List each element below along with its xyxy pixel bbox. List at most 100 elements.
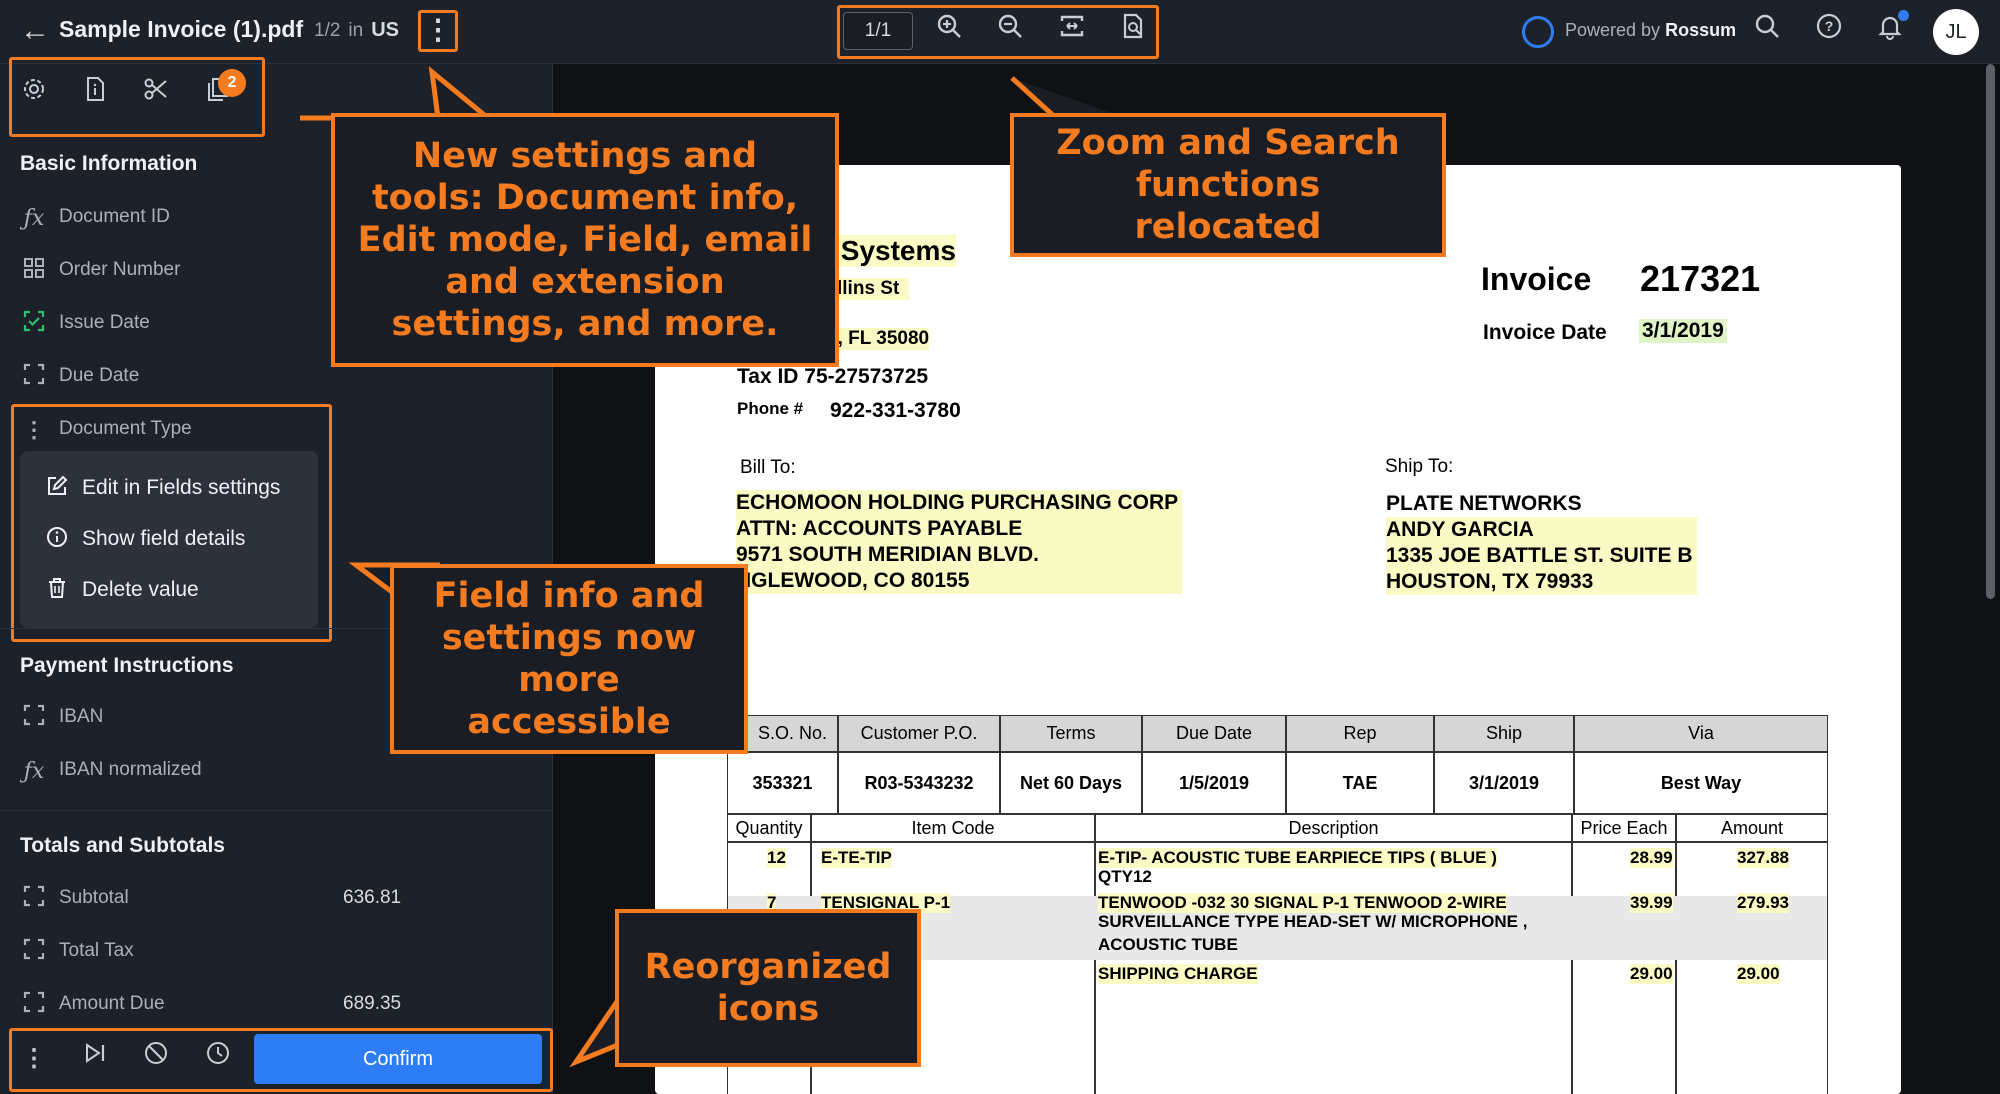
section-title-basic-information: Basic Information xyxy=(20,152,198,175)
page-input[interactable]: 1/1 xyxy=(843,12,913,50)
more-vertical-icon[interactable]: ⋮ xyxy=(418,10,458,52)
invoice-label: Invoice xyxy=(1481,261,1592,297)
table-header-cell: Price Each xyxy=(1572,814,1676,842)
callout-field-info: Field info and settings now more accessi… xyxy=(390,564,748,754)
field-value[interactable]: 689.35 xyxy=(343,993,401,1015)
phone-label: Phone # xyxy=(737,399,804,418)
field-value[interactable]: 636.81 xyxy=(343,887,401,909)
language-selector[interactable]: US xyxy=(371,19,399,41)
table-header-cell: Description xyxy=(1095,814,1572,842)
table-cell: Net 60 Days xyxy=(1000,752,1142,814)
table-header-cell: Terms xyxy=(1000,715,1142,752)
scrollbar[interactable] xyxy=(1986,64,1995,599)
invoice-number: 217321 xyxy=(1640,258,1761,299)
zoom-out-icon[interactable] xyxy=(990,12,1030,52)
page-indicator: 1/2 in US xyxy=(314,19,399,42)
table-header-cell: S.O. No. xyxy=(747,715,838,752)
item-price: 29.00 xyxy=(1630,964,1673,984)
field-label: Issue Date xyxy=(59,312,150,333)
bill-to-address: ECHOMOON HOLDING PURCHASING CORP ATTN: AC… xyxy=(736,490,1183,594)
skip-next-icon[interactable] xyxy=(75,1039,115,1079)
menu-item-edit-in-fields-settings[interactable]: Edit in Fields settings xyxy=(44,469,314,509)
file-name: Sample Invoice (1).pdf xyxy=(59,16,304,42)
bill-to-label: Bill To: xyxy=(740,457,796,478)
search-document-icon[interactable] xyxy=(1113,12,1153,52)
item-amount: 327.88 xyxy=(1737,848,1789,868)
zoom-in-icon[interactable] xyxy=(929,12,969,52)
field-total-tax[interactable]: Total Tax xyxy=(20,932,540,972)
section-title-totals-and-subtotals: Totals and Subtotals xyxy=(20,834,225,857)
ship-to-address: PLATE NETWORKS ANDY GARCIA 1335 JOE BATTL… xyxy=(1386,491,1697,595)
notification-dot xyxy=(1898,10,1909,21)
table-header-cell: Rep xyxy=(1286,715,1434,752)
item-amount: 279.93 xyxy=(1737,893,1789,913)
item-price: 28.99 xyxy=(1630,848,1673,868)
formula-icon: ƒx xyxy=(23,759,45,784)
table-header-cell: Amount xyxy=(1676,814,1828,842)
item-quantity: 12 xyxy=(767,848,786,868)
field-label: IBAN xyxy=(59,706,104,727)
count-badge: 2 xyxy=(218,69,246,97)
trash-icon xyxy=(44,577,70,603)
item-code: E-TE-TIP xyxy=(821,848,892,868)
arrow-left-icon[interactable]: ← xyxy=(18,14,52,48)
menu-item-delete-value[interactable]: Delete value xyxy=(44,571,314,611)
field-context-menu: Edit in Fields settings Show field detai… xyxy=(20,451,318,628)
help-icon[interactable]: ? xyxy=(1809,12,1849,52)
table-cell: 1/5/2019 xyxy=(1142,752,1286,814)
invoice-date-label: Invoice Date xyxy=(1483,321,1607,344)
phone-number: 922-331-3780 xyxy=(830,399,961,422)
field-label: Subtotal xyxy=(59,887,129,908)
block-icon[interactable] xyxy=(136,1039,176,1079)
field-label: Document Type xyxy=(59,418,192,439)
more-vertical-icon[interactable]: ⋮ xyxy=(14,1039,54,1079)
confirm-button[interactable]: Confirm xyxy=(254,1034,542,1084)
top-bar: ← Sample Invoice (1).pdf 1/2 in US ⋮ 1/1 P… xyxy=(0,0,2000,64)
field-label: Due Date xyxy=(59,365,140,386)
item-price: 39.99 xyxy=(1630,893,1673,913)
item-description: ACOUSTIC TUBE xyxy=(1098,935,1238,954)
field-label: Amount Due xyxy=(59,993,165,1014)
divider xyxy=(0,810,553,811)
capture-icon xyxy=(20,363,48,391)
menu-item-show-field-details[interactable]: Show field details xyxy=(44,520,314,560)
callout-reorganized-icons: Reorganized icons xyxy=(615,909,921,1067)
field-label: IBAN normalized xyxy=(59,759,202,780)
document-info-icon[interactable] xyxy=(75,75,115,115)
table-cell: 353321 xyxy=(727,752,838,814)
capture-check-icon xyxy=(20,310,48,338)
invoice-date: 3/1/2019 xyxy=(1639,319,1727,343)
field-amount-due[interactable]: Amount Due 689.35 xyxy=(20,985,540,1025)
svg-text:?: ? xyxy=(1825,18,1834,34)
ship-to-label: Ship To: xyxy=(1385,456,1454,477)
field-document-type[interactable]: ⋮ Document Type xyxy=(20,410,540,450)
company-street: llins St xyxy=(837,278,910,300)
history-icon[interactable] xyxy=(198,1039,238,1079)
formula-icon: ƒx xyxy=(23,206,45,231)
edit-icon xyxy=(44,475,70,501)
gear-icon[interactable] xyxy=(14,75,54,115)
section-title-payment-instructions: Payment Instructions xyxy=(20,654,234,677)
item-description: E-TIP- ACOUSTIC TUBE EARPIECE TIPS ( BLU… xyxy=(1098,848,1497,868)
scissors-icon[interactable] xyxy=(136,75,176,115)
table-cell: Best Way xyxy=(1574,752,1828,814)
rossum-logo-icon xyxy=(1522,16,1554,48)
field-subtotal[interactable]: Subtotal 636.81 xyxy=(20,879,540,919)
callout-new-settings: New settings and tools: Document info, E… xyxy=(331,113,839,367)
avatar[interactable]: JL xyxy=(1933,9,1979,55)
item-description: QTY12 xyxy=(1098,867,1152,886)
field-label: Order Number xyxy=(59,259,181,280)
table-header-cell: Item Code xyxy=(811,814,1095,842)
table-header-cell: Ship xyxy=(1434,715,1574,752)
fit-width-icon[interactable] xyxy=(1052,12,1092,52)
search-icon[interactable] xyxy=(1747,12,1787,52)
page-of: 1/2 xyxy=(314,20,341,41)
item-amount: 29.00 xyxy=(1737,964,1780,984)
in-word: in xyxy=(348,20,364,41)
field-label: Document ID xyxy=(59,206,170,227)
field-iban-normalized[interactable]: ƒx IBAN normalized xyxy=(20,751,540,791)
callout-zoom-search: Zoom and Search functions relocated xyxy=(1010,113,1446,257)
capture-icon xyxy=(20,704,48,732)
item-description: SURVEILLANCE TYPE HEAD-SET W/ MICROPHONE… xyxy=(1098,912,1528,931)
more-vertical-icon[interactable]: ⋮ xyxy=(20,416,48,444)
